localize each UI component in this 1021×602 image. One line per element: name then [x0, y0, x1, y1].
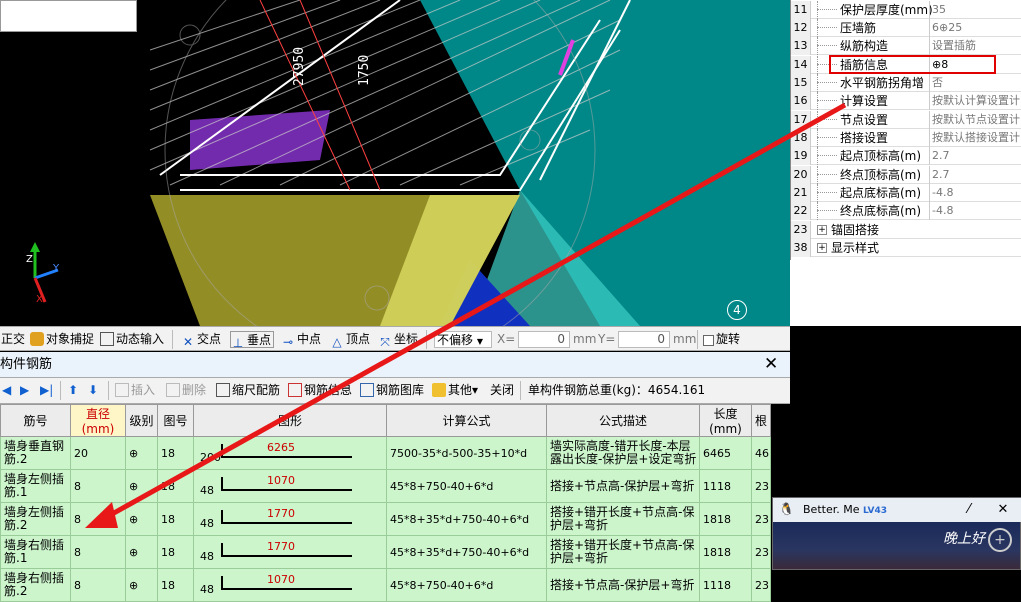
- cell-figure[interactable]: 18: [157, 568, 194, 602]
- cell-length[interactable]: 1118: [699, 568, 752, 602]
- cell-shape[interactable]: 48 1070: [193, 568, 387, 602]
- close-icon[interactable]: ✕: [993, 501, 1013, 519]
- minimize-icon[interactable]: ⁄: [959, 501, 979, 519]
- penguin-icon: 🐧: [779, 502, 794, 516]
- popup-titlebar: 🐧 Better. Me LV43 ⁄ ✕: [773, 498, 1021, 522]
- popup-signature: 晚上好: [943, 531, 985, 547]
- shape-lead: 48: [200, 582, 214, 596]
- cell-formula[interactable]: 45*8+750-40+6*d: [386, 568, 547, 602]
- chat-popup[interactable]: 🐧 Better. Me LV43 ⁄ ✕ 晚上好 +: [772, 497, 1021, 570]
- shape-length: 1070: [267, 572, 295, 586]
- annotation-arrow: [85, 102, 847, 528]
- cell-grade[interactable]: ⊕: [125, 568, 158, 602]
- cell-count[interactable]: 23: [751, 568, 771, 602]
- cell-name[interactable]: 墙身右侧插筋.2: [0, 568, 71, 602]
- cell-description[interactable]: 搭接+节点高-保护层+弯折: [546, 568, 700, 602]
- cell-diameter[interactable]: 8: [70, 568, 126, 602]
- table-row[interactable]: 墙身右侧插筋.2 8 ⊕ 18 48 1070 45*8+750-40+6*d 搭…: [0, 568, 771, 602]
- zoom-icon[interactable]: +: [988, 528, 1012, 552]
- popup-title: Better. Me LV43: [803, 503, 887, 516]
